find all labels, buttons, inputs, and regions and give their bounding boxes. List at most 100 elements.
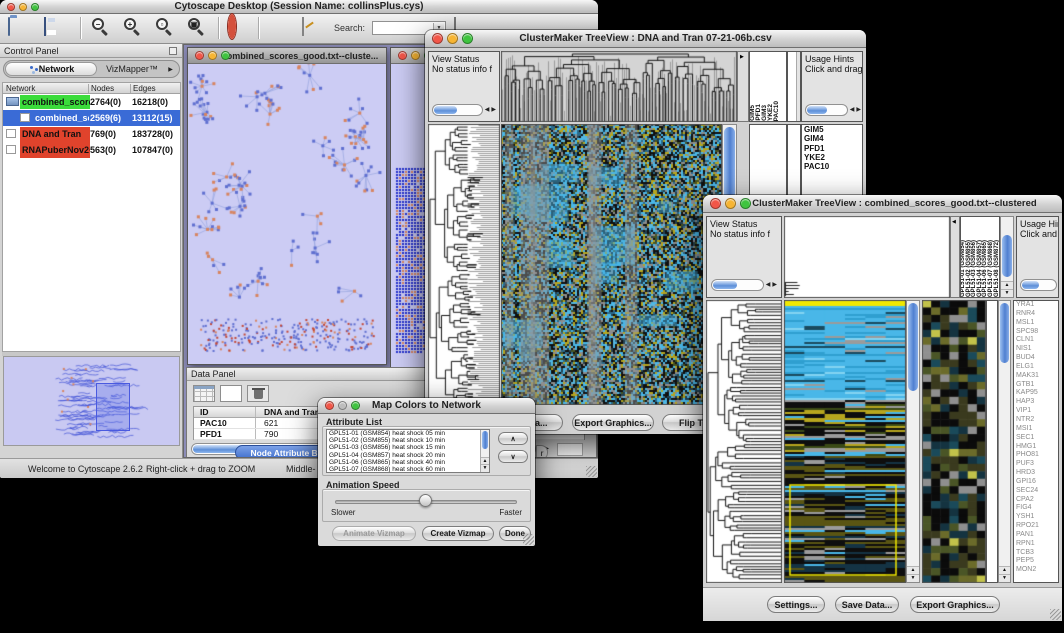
close-button[interactable] <box>195 51 204 60</box>
gene-label[interactable]: GPI16 <box>1014 478 1058 487</box>
tree2-gene-list[interactable]: YRA1RNR4MSL1SPC98CLN1NIS1BUD4ELG1MAK31GT… <box>1013 300 1059 583</box>
collapse-arrow-icon[interactable]: ◀ <box>952 219 956 225</box>
plugin-icon[interactable] <box>272 18 283 36</box>
attribute-item[interactable]: GPL51-07 (GSM868) heat shock 60 min <box>327 466 489 473</box>
resize-grip[interactable] <box>586 466 597 477</box>
scroll-down-arrow[interactable]: ▼ <box>907 574 919 582</box>
gene-label[interactable]: HAP3 <box>1014 398 1058 407</box>
gene-label[interactable]: YSH1 <box>1014 513 1058 522</box>
network-overview-canvas[interactable] <box>4 357 179 445</box>
expand-arrow-icon[interactable]: ▶ <box>740 54 744 60</box>
gene-label[interactable]: MSL1 <box>1014 319 1058 328</box>
resize-grip[interactable] <box>1050 609 1061 620</box>
tree1-splitter-strip[interactable]: ▶ <box>737 51 749 122</box>
gene-label[interactable]: MSI1 <box>1014 425 1058 434</box>
tree1-column-dendrogram[interactable] <box>501 51 737 122</box>
dialog-titlebar[interactable]: Map Colors to Network <box>318 398 535 414</box>
scroll-down-arrow[interactable]: ▼ <box>1001 289 1013 297</box>
resize-grip[interactable] <box>523 534 534 545</box>
tree2-status-hscrollbar[interactable]: ◀ ▶ <box>711 279 777 291</box>
gene-label[interactable]: RPO21 <box>1014 522 1058 531</box>
gene-label[interactable]: PHO81 <box>1014 451 1058 460</box>
gene-label[interactable]: ELG1 <box>1014 363 1058 372</box>
zoom-button[interactable] <box>740 198 751 209</box>
gene-label[interactable]: MON2 <box>1014 566 1058 575</box>
gene-label[interactable]: NTR2 <box>1014 416 1058 425</box>
speed-slider-thumb[interactable] <box>419 494 432 507</box>
scroll-left-arrow[interactable]: ◀ <box>766 280 771 290</box>
tab-network[interactable]: Network <box>5 62 97 76</box>
tree1-row-dendrogram[interactable] <box>428 124 500 405</box>
tree2-zoom-heatmap[interactable] <box>922 300 986 583</box>
close-button[interactable] <box>7 3 15 11</box>
network-table-header[interactable]: Network Nodes Edges <box>2 82 181 94</box>
scroll-right-arrow[interactable]: ▶ <box>491 105 496 115</box>
tree2-row-dendrogram[interactable] <box>706 300 782 583</box>
close-button[interactable] <box>325 401 334 410</box>
close-button[interactable] <box>398 51 407 60</box>
network-view-canvas[interactable] <box>188 64 386 364</box>
new-attribute-icon[interactable] <box>220 385 242 402</box>
help-lifering-icon[interactable] <box>228 18 236 36</box>
gene-label[interactable]: VIP1 <box>1014 407 1058 416</box>
minimize-button[interactable] <box>338 401 347 410</box>
scroll-left-arrow[interactable]: ◀ <box>850 105 855 115</box>
tree2-heatmap[interactable] <box>784 300 906 583</box>
annotation-icon[interactable] <box>302 18 304 36</box>
create-vizmap-button[interactable]: Create Vizmap <box>422 526 494 541</box>
gene-label[interactable]: PEP5 <box>1014 557 1058 566</box>
gene-label[interactable]: RPN1 <box>1014 540 1058 549</box>
zoom-button[interactable] <box>462 33 473 44</box>
network-overview-panel[interactable] <box>3 356 180 446</box>
gene-label[interactable]: SEC1 <box>1014 434 1058 443</box>
gene-label[interactable]: YRA1 <box>1014 301 1058 310</box>
tree2-zoom-vscrollbar[interactable]: ▲ ▼ <box>998 300 1011 583</box>
delete-attribute-trash-icon[interactable] <box>247 385 269 402</box>
float-panel-icon[interactable] <box>169 47 177 55</box>
scroll-up-arrow[interactable]: ▲ <box>907 566 919 574</box>
overview-viewport-rect[interactable] <box>96 383 130 431</box>
gene-label[interactable]: NIS1 <box>1014 345 1058 354</box>
gene-label[interactable]: RNR4 <box>1014 310 1058 319</box>
animate-vizmap-button[interactable]: Animate Vizmap <box>332 526 416 541</box>
main-titlebar[interactable]: Cytoscape Desktop (Session Name: collins… <box>0 0 598 14</box>
tree1-heatmap[interactable] <box>501 124 722 405</box>
gene-label[interactable]: HMG1 <box>1014 443 1058 452</box>
tree2-settings-button[interactable]: Settings... <box>767 596 825 613</box>
network-list-row[interactable]: DNA and Tran 07 769(0) 183728(0) <box>3 126 180 142</box>
attribute-item[interactable]: GPL51-03 (GSM856) heat shock 15 min <box>327 444 489 451</box>
network-list-row[interactable]: combined_sco 2569(6) 13112(15) <box>3 110 180 126</box>
attribute-item[interactable]: GPL51-01 (GSM854) heat shock 05 min <box>327 430 489 437</box>
zoom-button[interactable] <box>221 51 230 60</box>
tree2-labels-vscrollbar[interactable]: ▲ ▼ <box>1000 216 1014 298</box>
move-attribute-up-button[interactable]: ∧ <box>498 432 528 445</box>
gene-label[interactable]: GIM5 <box>802 125 862 134</box>
attribute-list-vscrollbar[interactable]: ▲ ▼ <box>480 430 489 472</box>
minimize-button[interactable] <box>208 51 217 60</box>
tree2-export-graphics-button[interactable]: Export Graphics... <box>910 596 1000 613</box>
minimize-button[interactable] <box>447 33 458 44</box>
gene-label[interactable]: CLN1 <box>1014 336 1058 345</box>
scroll-left-arrow[interactable]: ◀ <box>485 105 490 115</box>
scroll-right-arrow[interactable]: ▶ <box>856 105 861 115</box>
scroll-up-arrow[interactable]: ▲ <box>999 566 1010 574</box>
gene-label[interactable]: GIM4 <box>802 134 862 143</box>
save-icon[interactable] <box>44 18 46 36</box>
gene-label[interactable]: YKE2 <box>802 153 862 162</box>
gene-label[interactable]: PAN1 <box>1014 531 1058 540</box>
frame1-titlebar[interactable]: combined_scores_good.txt--cluste... <box>188 48 386 64</box>
scroll-up-arrow[interactable]: ▲ <box>1001 281 1013 289</box>
network-list-row[interactable]: combined_scores 2764(0) 16218(0) <box>3 94 180 110</box>
gene-label[interactable]: SPC98 <box>1014 328 1058 337</box>
gene-label[interactable]: TCB3 <box>1014 549 1058 558</box>
minimize-button[interactable] <box>725 198 736 209</box>
tree1-export-graphics-button[interactable]: Export Graphics... <box>572 414 654 431</box>
close-button[interactable] <box>710 198 721 209</box>
tree2-titlebar[interactable]: ClusterMaker TreeView : combined_scores_… <box>703 195 1062 213</box>
move-attribute-down-button[interactable]: ∨ <box>498 450 528 463</box>
gene-label[interactable]: PAC10 <box>802 162 862 171</box>
gene-label[interactable]: PUF3 <box>1014 460 1058 469</box>
tree2-heatmap-vscrollbar[interactable]: ▲ ▼ <box>906 300 920 583</box>
tree1-status-hscrollbar[interactable]: ◀ ▶ <box>432 104 496 116</box>
tab-edge-attribute-browser-fragment[interactable]: r <box>536 445 548 458</box>
